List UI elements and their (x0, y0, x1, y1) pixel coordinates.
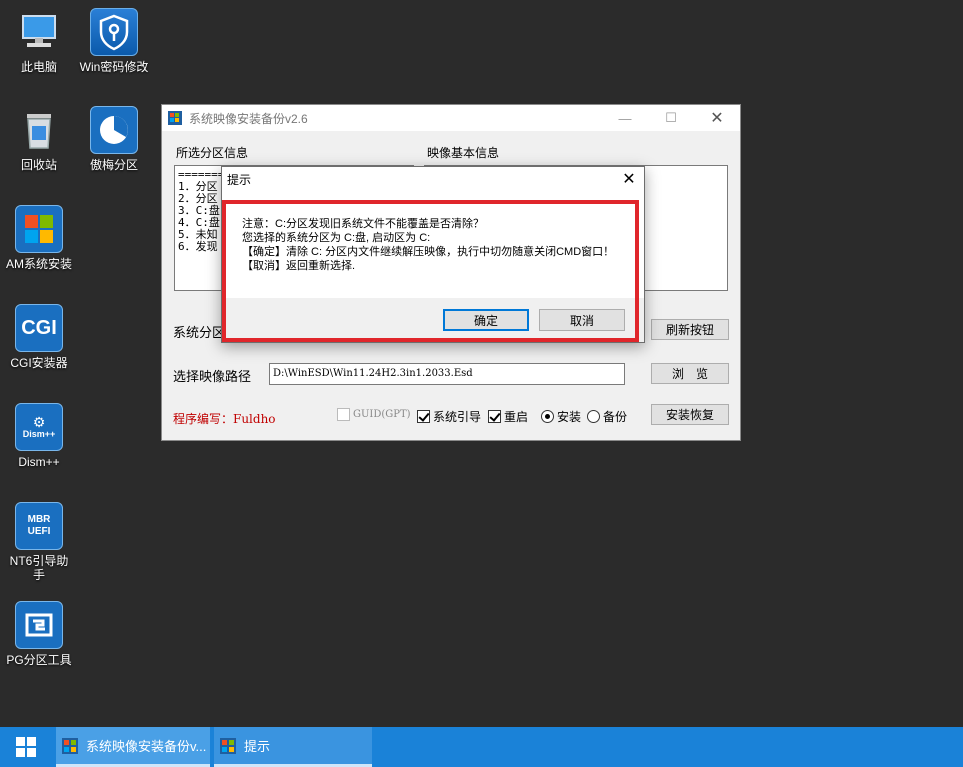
mbr-uefi-icon-text: MBR UEFI (27, 514, 51, 537)
prompt-dialog: 提示 ✕ 注意：C:分区发现旧系统文件不能覆盖是否清除？ 您选择的系统分区为 C… (221, 166, 645, 343)
desktop-icon-label: Win密码修改 (79, 60, 149, 74)
desktop-icon-label: 此电脑 (20, 60, 57, 74)
install-label: 安装 (557, 410, 582, 424)
desktop-icon-label: 回收站 (20, 158, 57, 172)
boot-label: 系统引导 (433, 410, 482, 424)
computer-icon (15, 8, 63, 56)
dialog-line: 注意：C:分区发现旧系统文件不能覆盖是否清除？ (242, 218, 484, 230)
desktop-icon-aomei[interactable]: 傲梅分区 (76, 106, 152, 172)
ok-button[interactable]: 确定 (443, 309, 529, 331)
window-title: 系统映像安装备份v2.6 (189, 111, 308, 126)
restart-checkbox[interactable] (488, 410, 501, 423)
windows-logo-icon (15, 205, 63, 253)
boot-checkbox[interactable] (417, 410, 430, 423)
partition-pie-icon (90, 106, 138, 154)
boot-option[interactable]: 系统引导 (417, 408, 481, 425)
taskbar-item-label: 系统映像安装备份v... (86, 739, 207, 754)
desktop-icon-am-install[interactable]: AM系统安装 (1, 205, 77, 271)
desktop-icon-dism[interactable]: ⚙ Dism++ Dism++ (1, 403, 77, 469)
dialog-title: 提示 (227, 172, 252, 187)
taskbar-item-main-window[interactable]: 系统映像安装备份v... (56, 727, 210, 767)
desktop-icon-nt6[interactable]: MBR UEFI NT6引导助手 (1, 502, 77, 582)
taskbar: 系统映像安装备份v... 提示 (0, 727, 963, 767)
guid-checkbox[interactable] (337, 408, 350, 421)
desktop-icon-label: Dism++ (18, 455, 60, 469)
desktop-icon-win-password[interactable]: Win密码修改 (76, 8, 152, 74)
gear-icon: ⚙ Dism++ (15, 403, 63, 451)
author-label: 程序编写：Fuldho (173, 412, 276, 426)
desktop-icon-label: CGI安装器 (10, 356, 68, 370)
recycle-bin-icon (15, 106, 63, 154)
minimize-button[interactable]: — (602, 105, 648, 131)
dialog-line: 您选择的系统分区为 C:盘, 启动区为 C: (242, 232, 431, 244)
backup-radio[interactable] (587, 410, 600, 423)
browse-button[interactable]: 浏 览 (651, 363, 729, 384)
install-radio[interactable] (541, 410, 554, 423)
dialog-close-icon[interactable]: ✕ (614, 167, 644, 191)
desktop-icon-label: NT6引导助手 (9, 554, 69, 582)
start-button[interactable] (0, 727, 52, 767)
desktop-icon-recycle-bin[interactable]: 回收站 (1, 106, 77, 172)
taskbar-item-label: 提示 (244, 739, 271, 754)
image-path-label: 选择映像路径 (173, 369, 252, 384)
guid-option[interactable]: GUID(GPT) (337, 408, 411, 421)
dialog-line: 【取消】返回重新选择. (242, 260, 356, 272)
desktop-icon-label: 傲梅分区 (89, 158, 138, 172)
restart-label: 重启 (504, 410, 529, 424)
app-icon (220, 737, 236, 754)
cgi-icon-text: CGI (21, 316, 57, 339)
dialog-footer: 确定 取消 (222, 298, 644, 342)
mbr-uefi-icon: MBR UEFI (15, 502, 63, 550)
maximize-button[interactable]: ☐ (648, 105, 694, 131)
desktop-icon-cgi[interactable]: CGI CGI安装器 (1, 304, 77, 370)
dialog-body: 注意：C:分区发现旧系统文件不能覆盖是否清除？ 您选择的系统分区为 C:盘, 启… (222, 191, 644, 298)
desktop-icon-label: PG分区工具 (6, 653, 72, 667)
desktop-icon-this-pc[interactable]: 此电脑 (1, 8, 77, 74)
backup-label: 备份 (603, 410, 628, 424)
image-info-label: 映像基本信息 (427, 146, 500, 160)
desktop-icon-pg[interactable]: PG分区工具 (1, 601, 77, 667)
system-partition-label: 系统分区 (173, 325, 226, 340)
install-restore-button[interactable]: 安装恢复 (651, 404, 729, 425)
desktop-icon-label: AM系统安装 (5, 257, 72, 271)
cancel-button[interactable]: 取消 (539, 309, 625, 331)
close-button[interactable]: ✕ (694, 105, 740, 131)
image-path-input[interactable]: D:\WinESD\Win11.24H2.3in1.2033.Esd (269, 363, 625, 385)
cgi-icon: CGI (15, 304, 63, 352)
pg-partition-icon (15, 601, 63, 649)
taskbar-item-prompt[interactable]: 提示 (214, 727, 372, 767)
partition-info-label: 所选分区信息 (176, 146, 249, 160)
dism-icon-text: Dism++ (22, 429, 56, 439)
backup-option[interactable]: 备份 (587, 408, 627, 425)
windows-start-icon (16, 737, 36, 757)
key-shield-icon (90, 8, 138, 56)
window-titlebar[interactable]: 系统映像安装备份v2.6 — ☐ ✕ (162, 105, 740, 131)
restart-option[interactable]: 重启 (488, 408, 528, 425)
refresh-button[interactable]: 刷新按钮 (651, 319, 729, 340)
app-icon (62, 737, 78, 754)
guid-label: GUID(GPT) (353, 409, 411, 420)
install-option[interactable]: 安装 (541, 408, 581, 425)
dialog-line: 【确定】清除 C: 分区内文件继续解压映像，执行中切勿随意关闭CMD窗口！ (242, 246, 615, 258)
app-icon (168, 111, 182, 125)
